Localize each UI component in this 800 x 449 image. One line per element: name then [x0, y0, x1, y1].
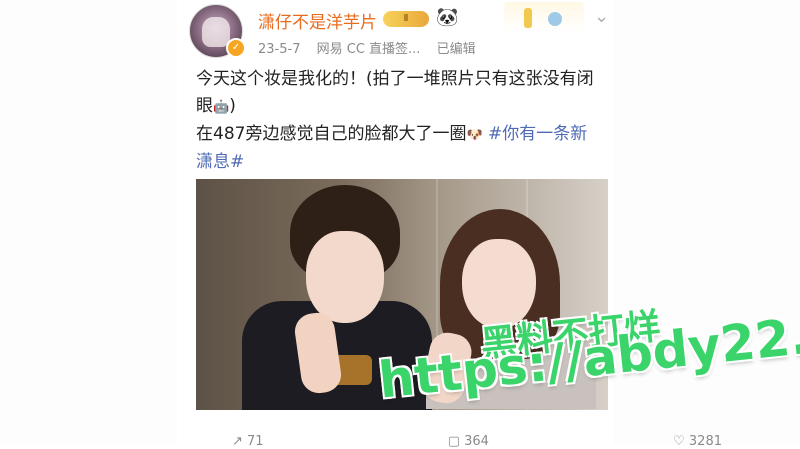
- hashtag-link[interactable]: #你有一条新: [488, 124, 587, 144]
- edited-label[interactable]: 已编辑: [437, 42, 476, 57]
- chevron-down-icon[interactable]: ⌄: [594, 6, 609, 27]
- post-meta: 23-5-7 网易 CC 直播签... 已编辑: [258, 38, 488, 57]
- post-text: 今天这个妆是我化的！(拍了一堆照片只有这张没有闭 眼🤖) 在487旁边感觉自己的…: [196, 66, 616, 176]
- post-line: 今天这个妆是我化的！(拍了一堆照片只有这张没有闭: [196, 69, 594, 89]
- hashtag-link-cont[interactable]: 潇息#: [196, 152, 244, 172]
- like-button[interactable]: ♡ 3281: [673, 434, 800, 449]
- post-line: 潇息#: [196, 149, 616, 176]
- dog-emoji-icon: 🐶: [466, 128, 483, 143]
- post-date: 23-5-7: [258, 42, 301, 57]
- share-button[interactable]: ↗ 71: [232, 434, 354, 449]
- panda-icon: 🐼: [436, 7, 459, 28]
- post-source[interactable]: 网易 CC 直播签...: [317, 42, 421, 57]
- post-line: 在487旁边感觉自己的脸都大了一圈🐶 #你有一条新: [196, 124, 588, 144]
- verified-icon: ✓: [226, 38, 246, 58]
- robot-emoji-icon: 🤖: [213, 100, 230, 115]
- header-decoration: [504, 2, 584, 32]
- username[interactable]: 潇仔不是洋芋片: [258, 8, 377, 33]
- left-margin: [0, 0, 177, 444]
- comment-button[interactable]: ▢ 364: [448, 434, 579, 449]
- level-badge: Ⅱ: [383, 11, 429, 27]
- action-bar: ↗ 71 ▢ 364 ♡ 3281: [232, 434, 722, 449]
- post-line: 眼🤖): [196, 96, 236, 116]
